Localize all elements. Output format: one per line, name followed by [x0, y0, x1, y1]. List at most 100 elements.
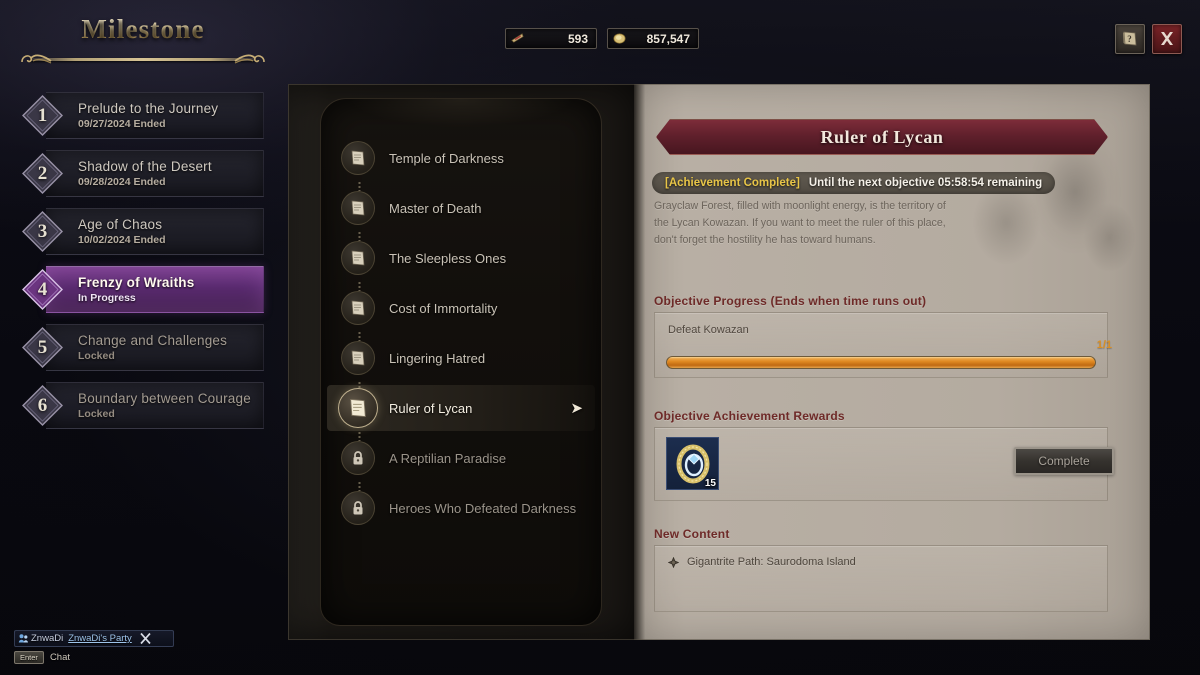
chat-input-row[interactable]: Enter Chat	[14, 651, 174, 664]
close-x-icon	[1161, 32, 1173, 45]
achievement-status-label: [Achievement Complete]	[665, 177, 800, 189]
currency-value-ticket: 593	[567, 31, 588, 46]
scroll-icon	[341, 291, 375, 325]
sidebar-item-text: Prelude to the Journey 09/27/2024 Ended	[78, 101, 218, 130]
lock-icon	[341, 491, 375, 525]
close-button[interactable]	[1152, 24, 1182, 54]
detail-description: Grayclaw Forest, filled with moonlight e…	[654, 198, 954, 249]
sidebar-item-6[interactable]: 6 Boundary between Courage Locked	[14, 382, 264, 429]
question-book-icon: ?	[1123, 31, 1137, 46]
objective-label: Defeat Kowazan	[668, 324, 749, 336]
sidebar-item-text: Frenzy of Wraiths In Progress	[78, 275, 194, 304]
sidebar-item-status: Locked	[78, 408, 115, 420]
quest-list-card: Temple of Darkness Master of Death The S…	[320, 98, 602, 626]
list-item[interactable]: Lingering Hatred	[321, 333, 601, 391]
detail-title: Ruler of Lycan	[820, 126, 944, 147]
sidebar-item-text: Age of Chaos 10/02/2024 Ended	[78, 217, 166, 246]
sidebar-item-status: Locked	[78, 350, 115, 362]
list-item-label: Cost of Immortality	[389, 300, 498, 316]
new-content-row: Gigantrite Path: Saurodoma Island	[668, 556, 856, 568]
help-button[interactable]: ?	[1115, 24, 1145, 54]
sidebar-item-number: 5	[37, 336, 48, 358]
complete-button-label: Complete	[1038, 454, 1090, 468]
chat-bar: ZnwaDi ZnwaDi's Party Enter Chat	[14, 630, 174, 664]
sidebar-item-5[interactable]: 5 Change and Challenges Locked	[14, 324, 264, 371]
sidebar-item-label: Shadow of the Desert	[78, 159, 212, 174]
list-item[interactable]: Cost of Immortality	[321, 283, 601, 341]
sidebar-item-label: Frenzy of Wraiths	[78, 275, 195, 290]
chat-player[interactable]: ZnwaDi	[18, 633, 63, 644]
scroll-icon	[341, 141, 375, 175]
reward-quantity: 15	[704, 478, 716, 489]
scroll-icon	[338, 388, 378, 428]
list-item-label: Ruler of Lycan	[389, 400, 473, 416]
sidebar-item-label: Age of Chaos	[78, 217, 163, 232]
list-item-label: Lingering Hatred	[389, 350, 486, 366]
chat-close-icon[interactable]	[139, 632, 152, 645]
quest-list: Temple of Darkness Master of Death The S…	[321, 133, 601, 533]
page-title: Milestone	[12, 14, 274, 45]
list-connector	[358, 331, 361, 341]
gem-node-icon	[668, 556, 679, 568]
sidebar-item-status: 09/27/2024 Ended	[78, 118, 166, 130]
progress-bar	[666, 356, 1096, 369]
title-divider	[30, 58, 256, 61]
progress-bar-fill	[667, 357, 1095, 368]
list-item-label: Master of Death	[389, 200, 482, 216]
quest-detail-panel: Ruler of Lycan [Achievement Complete] Un…	[634, 84, 1150, 640]
list-item-label: A Reptilian Paradise	[389, 450, 507, 466]
list-connector	[358, 281, 361, 291]
scroll-icon	[341, 241, 375, 275]
reward-item-slot[interactable]: 15	[666, 437, 719, 490]
sidebar-item-1[interactable]: 1 Prelude to the Journey 09/27/2024 Ende…	[14, 92, 264, 139]
list-item-selected[interactable]: Ruler of Lycan ➤	[321, 383, 601, 441]
new-content-label: Gigantrite Path: Saurodoma Island	[687, 556, 856, 568]
scroll-icon	[341, 341, 375, 375]
sidebar-item-3[interactable]: 3 Age of Chaos 10/02/2024 Ended	[14, 208, 264, 255]
gold-coin-icon	[613, 33, 626, 44]
sidebar-item-status: In Progress	[78, 292, 136, 304]
list-item-label: Heroes Who Defeated Darkness	[389, 500, 577, 516]
sidebar-item-number: 6	[37, 394, 48, 416]
currency-chip-gold[interactable]: 857,547	[607, 28, 699, 49]
enter-key-badge: Enter	[14, 651, 44, 664]
sidebar-item-number: 2	[37, 162, 48, 184]
sidebar-item-text: Shadow of the Desert 09/28/2024 Ended	[78, 159, 212, 188]
sidebar-item-2[interactable]: 2 Shadow of the Desert 09/28/2024 Ended	[14, 150, 264, 197]
list-connector	[358, 231, 361, 241]
description-line: Grayclaw Forest, filled with moonlight e…	[654, 200, 946, 212]
complete-button[interactable]: Complete	[1014, 447, 1114, 475]
sidebar-item-status: 09/28/2024 Ended	[78, 176, 166, 188]
achievement-timer-label: Until the next objective 05:58:54 remain…	[808, 177, 1043, 189]
objective-progress-title: Objective Progress (Ends when time runs …	[654, 294, 927, 308]
rewards-title: Objective Achievement Rewards	[654, 409, 845, 423]
party-icon	[18, 634, 28, 643]
list-item-locked[interactable]: A Reptilian Paradise	[321, 433, 601, 491]
list-connector	[358, 431, 361, 441]
new-content-title: New Content	[654, 527, 730, 541]
description-line: don't forget the hostility he has toward…	[654, 234, 876, 246]
sidebar-item-label: Prelude to the Journey	[78, 101, 219, 116]
list-item[interactable]: The Sleepless Ones	[321, 233, 601, 291]
sidebar-item-4[interactable]: 4 Frenzy of Wraiths In Progress	[14, 266, 264, 313]
svg-text:?: ?	[1127, 34, 1132, 44]
list-item[interactable]: Temple of Darkness	[321, 133, 601, 191]
currency-bar: 593 857,547	[505, 28, 699, 49]
sidebar-item-text: Boundary between Courage Locked	[78, 391, 251, 420]
scroll-icon	[341, 191, 375, 225]
sidebar-item-text: Change and Challenges Locked	[78, 333, 227, 362]
ticket-icon	[511, 33, 524, 43]
chevron-right-icon: ➤	[570, 400, 583, 417]
sidebar-item-number: 4	[37, 278, 48, 300]
window-controls: ?	[1115, 24, 1182, 54]
lock-icon	[341, 441, 375, 475]
list-connector	[358, 481, 361, 491]
flourish-left-icon	[21, 54, 52, 64]
chat-party-tab[interactable]: ZnwaDi's Party	[68, 633, 132, 644]
chat-hint-label: Chat	[49, 652, 71, 663]
list-item-locked[interactable]: Heroes Who Defeated Darkness	[321, 483, 601, 533]
flourish-right-icon	[234, 54, 265, 64]
currency-chip-ticket[interactable]: 593	[505, 28, 597, 49]
list-item[interactable]: Master of Death	[321, 183, 601, 241]
list-item-label: The Sleepless Ones	[389, 250, 507, 266]
